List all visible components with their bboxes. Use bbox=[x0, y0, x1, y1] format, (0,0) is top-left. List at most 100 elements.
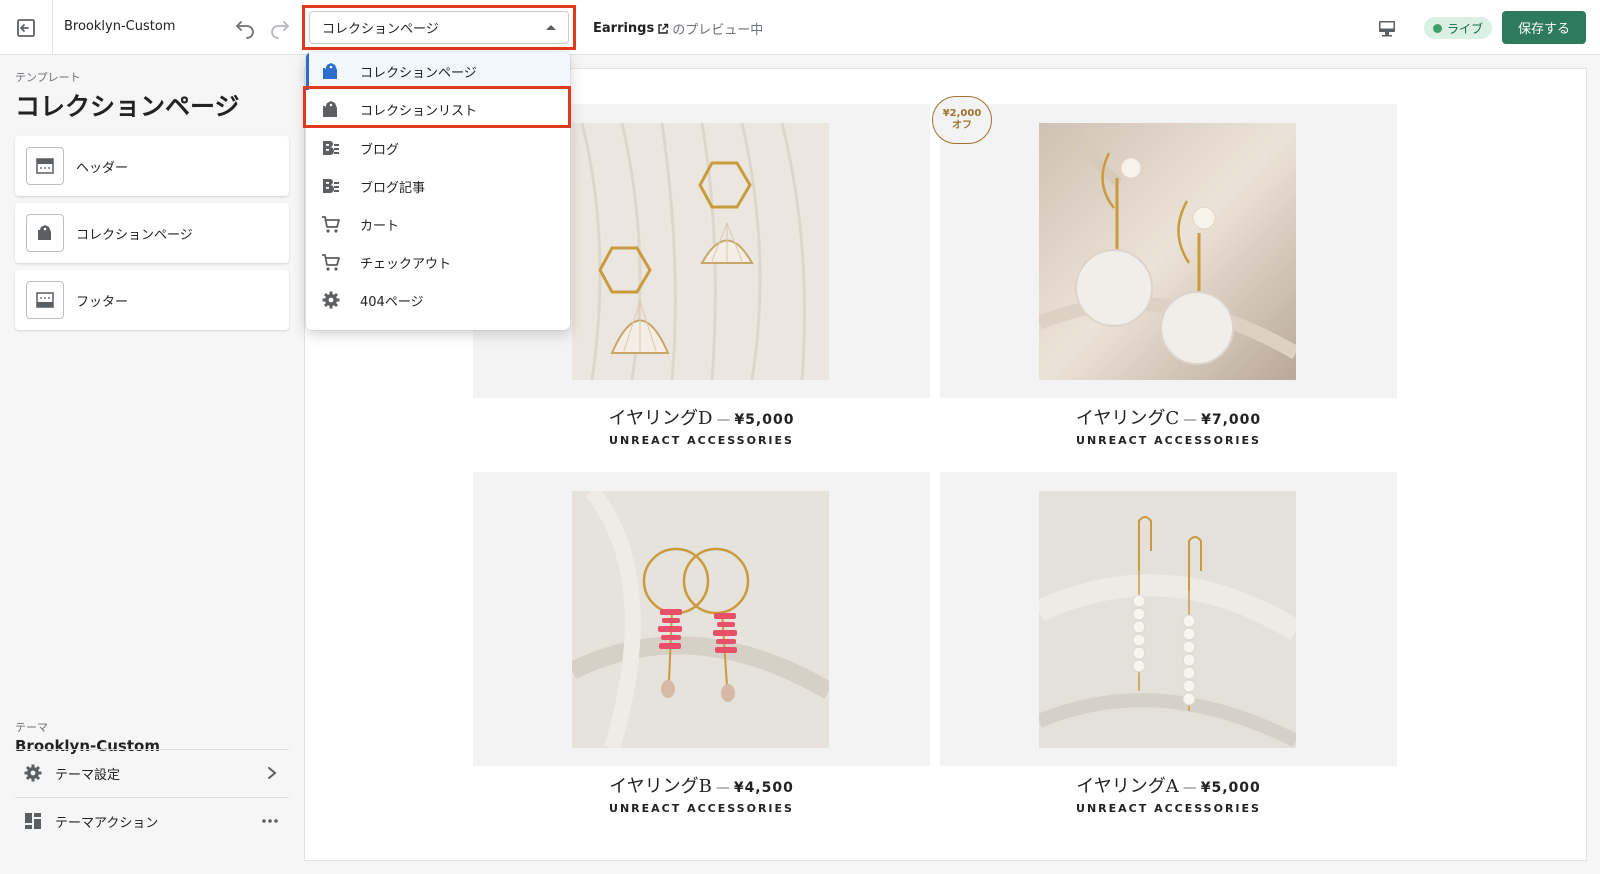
product-image-earring-c bbox=[1039, 123, 1296, 380]
dropdown-item-label: ブログ bbox=[360, 142, 400, 158]
product-price: ¥4,500 bbox=[733, 780, 794, 796]
template-dropdown-menu: コレクションページ コレクションリスト ブログ ブログ記事 カート チェックアウ… bbox=[306, 52, 570, 330]
theme-actions-row[interactable]: テーマアクション bbox=[15, 799, 289, 843]
external-link-icon[interactable] bbox=[657, 23, 669, 35]
divider bbox=[52, 0, 53, 55]
blog-post-icon bbox=[320, 175, 342, 197]
product-card[interactable]: イヤリングB — ¥4,500 UNREACT ACCESSORIES bbox=[473, 472, 930, 815]
page-title: コレクションページ bbox=[15, 92, 240, 121]
price-separator: — bbox=[715, 780, 730, 796]
dropdown-item-label: カート bbox=[360, 218, 400, 234]
section-label: ヘッダー bbox=[76, 160, 129, 176]
product-vendor: UNREACT ACCESSORIES bbox=[1076, 434, 1261, 447]
theme-name: Brooklyn-Custom bbox=[64, 19, 176, 34]
section-header[interactable]: ヘッダー bbox=[15, 136, 289, 196]
desktop-view-button[interactable] bbox=[1374, 15, 1400, 41]
live-badge-label: ライブ bbox=[1447, 21, 1484, 36]
product-title[interactable]: イヤリングD — ¥5,000 bbox=[473, 404, 930, 430]
product-image-earring-b bbox=[572, 491, 829, 748]
sale-badge-amount: ¥2,000 bbox=[942, 108, 982, 119]
product-vendor: UNREACT ACCESSORIES bbox=[609, 434, 794, 447]
caret-up-icon bbox=[546, 25, 556, 30]
product-name: イヤリングC bbox=[1075, 408, 1180, 429]
price-separator: — bbox=[1183, 412, 1198, 428]
dropdown-item-blog[interactable]: ブログ bbox=[306, 129, 570, 167]
product-image-earring-a bbox=[1039, 491, 1296, 748]
dropdown-item-label: コレクションリスト bbox=[360, 103, 478, 119]
price-separator: — bbox=[1182, 780, 1197, 796]
divider bbox=[15, 797, 289, 798]
redo-icon bbox=[271, 21, 289, 39]
product-price: ¥5,000 bbox=[1200, 780, 1261, 796]
product-title[interactable]: イヤリングA — ¥5,000 bbox=[940, 772, 1397, 798]
product-title[interactable]: イヤリングB — ¥4,500 bbox=[473, 772, 930, 798]
section-label: コレクションページ bbox=[76, 227, 193, 243]
footer-section-icon bbox=[26, 281, 64, 319]
desktop-icon bbox=[1379, 21, 1395, 37]
exit-button[interactable] bbox=[8, 10, 44, 46]
product-price: ¥7,000 bbox=[1201, 412, 1262, 428]
divider bbox=[15, 749, 289, 750]
preview-label: Earrings のプレビュー中 bbox=[593, 19, 763, 38]
chevron-right-icon bbox=[265, 763, 279, 787]
theme-actions-icon bbox=[25, 813, 41, 829]
dropdown-item-collection-page[interactable]: コレクションページ bbox=[306, 52, 570, 90]
product-price: ¥5,000 bbox=[734, 412, 795, 428]
product-vendor: UNREACT ACCESSORIES bbox=[609, 802, 794, 815]
undo-icon bbox=[236, 21, 254, 39]
template-select-value: コレクションページ bbox=[322, 22, 439, 37]
dropdown-item-404[interactable]: 404ページ bbox=[306, 281, 570, 319]
dropdown-item-checkout[interactable]: チェックアウト bbox=[306, 243, 570, 281]
product-card[interactable]: ¥2,000 オフ イヤリングC — ¥7,000 UNREACT ACCESSOR… bbox=[932, 96, 1397, 447]
sidebar-caption: テンプレート bbox=[15, 71, 81, 84]
product-vendor: UNREACT ACCESSORIES bbox=[1076, 802, 1261, 815]
product-name: イヤリングA bbox=[1076, 776, 1179, 797]
save-button[interactable]: 保存する bbox=[1502, 11, 1586, 44]
product-name: イヤリングB bbox=[609, 776, 712, 797]
gear-icon bbox=[24, 764, 42, 782]
sale-badge-label: オフ bbox=[952, 120, 972, 131]
template-select[interactable]: コレクションページ bbox=[309, 11, 569, 44]
undo-button[interactable] bbox=[229, 12, 261, 44]
sale-badge: ¥2,000 オフ bbox=[932, 96, 992, 144]
theme-settings-row[interactable]: テーマ設定 bbox=[15, 751, 289, 795]
exit-icon bbox=[17, 19, 35, 37]
dropdown-item-label: 404ページ bbox=[360, 294, 424, 310]
theme-settings-label: テーマ設定 bbox=[55, 767, 121, 783]
product-image-earring-d bbox=[572, 123, 829, 380]
dropdown-item-blog-post[interactable]: ブログ記事 bbox=[306, 167, 570, 205]
section-label: フッター bbox=[76, 294, 129, 310]
dropdown-item-collection-list[interactable]: コレクションリスト bbox=[306, 90, 570, 128]
blog-icon bbox=[320, 137, 342, 159]
section-collection[interactable]: コレクションページ bbox=[15, 203, 289, 263]
product-name: イヤリングD bbox=[608, 408, 713, 429]
product-info: イヤリングD — ¥5,000 UNREACT ACCESSORIES bbox=[473, 404, 930, 447]
preview-suffix: のプレビュー中 bbox=[672, 23, 764, 38]
collection-tag-icon bbox=[320, 60, 342, 82]
checkout-cart-icon bbox=[320, 251, 342, 273]
dropdown-item-label: チェックアウト bbox=[360, 256, 452, 272]
dropdown-item-label: コレクションページ bbox=[360, 65, 477, 81]
product-title[interactable]: イヤリングC — ¥7,000 bbox=[940, 404, 1397, 430]
theme-caption: テーマ bbox=[15, 721, 48, 734]
price-separator: — bbox=[716, 412, 731, 428]
top-bar: Brooklyn-Custom コレクションページ Earrings のプレビュ… bbox=[0, 0, 1600, 55]
dropdown-item-cart[interactable]: カート bbox=[306, 205, 570, 243]
preview-product-link[interactable]: Earrings bbox=[593, 21, 654, 36]
collection-tag-icon bbox=[26, 214, 64, 252]
live-status-badge: ライブ bbox=[1424, 17, 1493, 39]
cart-icon bbox=[320, 213, 342, 235]
collection-tag-icon bbox=[320, 98, 342, 120]
section-footer[interactable]: フッター bbox=[15, 270, 289, 330]
product-card[interactable]: イヤリングA — ¥5,000 UNREACT ACCESSORIES bbox=[940, 472, 1397, 815]
redo-button[interactable] bbox=[264, 12, 296, 44]
more-options-icon[interactable] bbox=[261, 811, 279, 835]
gear-icon bbox=[320, 289, 342, 311]
product-info: イヤリングA — ¥5,000 UNREACT ACCESSORIES bbox=[940, 772, 1397, 815]
theme-actions-label: テーマアクション bbox=[55, 815, 159, 831]
dropdown-item-label: ブログ記事 bbox=[360, 180, 426, 196]
product-info: イヤリングC — ¥7,000 UNREACT ACCESSORIES bbox=[940, 404, 1397, 447]
live-dot-icon bbox=[1433, 23, 1442, 33]
product-info: イヤリングB — ¥4,500 UNREACT ACCESSORIES bbox=[473, 772, 930, 815]
header-section-icon bbox=[26, 147, 64, 185]
